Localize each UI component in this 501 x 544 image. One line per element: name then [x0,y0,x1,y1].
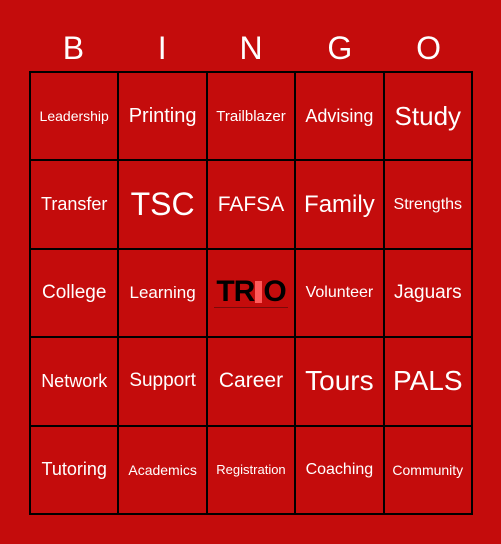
bingo-cell[interactable]: PALS [384,338,471,425]
bingo-cell[interactable]: Volunteer [296,249,383,337]
bingo-cell[interactable]: Family [296,161,383,248]
bingo-cell[interactable]: Study [384,73,471,160]
header-letter-b: B [62,30,85,66]
bingo-cell[interactable]: Learning [119,249,206,337]
bingo-cell[interactable]: Registration [207,426,295,513]
bingo-cell[interactable]: Advising [296,73,383,160]
bingo-cell[interactable]: FAFSA [207,161,295,248]
header-letter-g: G [327,30,353,66]
trio-logo-accent [255,281,263,304]
bingo-header: B I N G O [29,28,473,68]
header-letter-i: I [157,30,167,66]
bingo-cell[interactable]: Printing [119,73,206,160]
trio-logo-icon: TR O [214,275,288,309]
bingo-cell[interactable]: Leadership [31,73,118,160]
bingo-cell[interactable]: Trailblazer [207,73,295,160]
bingo-cell[interactable]: College [31,249,118,337]
bingo-board: Leadership Printing Trailblazer Advising… [29,71,473,515]
bingo-cell[interactable]: Support [119,338,206,425]
bingo-cell[interactable]: Transfer [31,161,118,248]
bingo-cell[interactable]: TSC [119,161,206,248]
bingo-cell[interactable]: Network [31,338,118,425]
bingo-cell[interactable]: Strengths [384,161,471,248]
free-space-cell[interactable]: TR O [207,249,295,337]
bingo-cell[interactable]: Career [207,338,295,425]
bingo-cell[interactable]: Community [384,426,471,513]
bingo-cell[interactable]: Jaguars [384,249,471,337]
bingo-cell[interactable]: Coaching [296,426,383,513]
bingo-cell[interactable]: Tours [296,338,383,425]
bingo-cell[interactable]: Academics [119,426,206,513]
header-letter-n: N [239,30,263,66]
bingo-cell[interactable]: Tutoring [31,426,118,513]
header-letter-o: O [416,30,442,66]
